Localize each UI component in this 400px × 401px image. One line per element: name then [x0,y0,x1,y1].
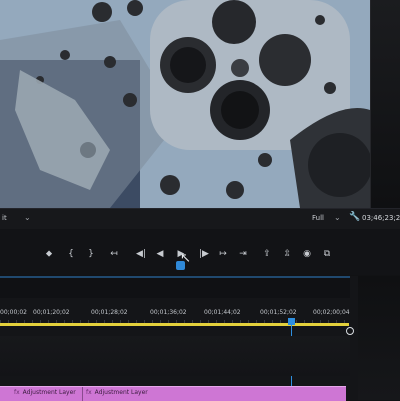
ruler-label: 00;01;36;02 [150,309,187,316]
mouse-pointer-icon: ↖ [180,251,191,266]
fit-dropdown-chevron-icon[interactable]: ⌄ [24,213,31,222]
clip-adjustment-layer[interactable]: fx Adjustment Layer [14,389,76,399]
clip-label: Adjustment Layer [94,389,148,396]
ruler-label: 00;01;52;02 [260,309,297,316]
fx-icon: fx [14,389,20,396]
ruler-label: 00;01;44;02 [204,309,241,316]
timeline-header [0,276,350,298]
video-track-area[interactable] [0,336,350,376]
timeline-panel: 00;00;02 00;01;20;02 00;01;28;02 00;01;3… [0,276,400,401]
clip-edit-point[interactable] [82,387,83,401]
work-area-end-handle[interactable] [346,327,354,335]
ruler-label: 00;01;20;02 [33,309,70,316]
step-back-button[interactable]: ◀| [133,247,149,261]
add-marker-button[interactable]: ⬥ [42,247,56,261]
ruler-label: 00;01;28;02 [91,309,128,316]
clip-adjustment-layer[interactable]: fx Adjustment Layer [86,389,148,399]
work-area-bar[interactable] [0,323,349,326]
engine-cylinder-head-frame [0,0,370,208]
lift-button[interactable]: ⇪ [260,247,274,261]
duration-timecode: 03;46;23;2 [362,214,400,222]
wrench-icon[interactable]: 🔧 [349,212,360,222]
step-back-icon[interactable]: ◀ [153,247,167,261]
resolution-dropdown[interactable]: Full [312,214,324,222]
fit-label: it [2,214,7,222]
mark-out-button[interactable]: } [84,247,98,261]
go-to-out-button[interactable]: ↦ [216,247,230,261]
mark-in-button[interactable]: { [64,247,78,261]
clip-label: Adjustment Layer [22,389,76,396]
export-frame-button[interactable]: ◉ [300,247,314,261]
monitor-controls-bar: it ⌄ Full ⌄ 🔧 03;46;23;2 [0,208,400,230]
step-forward-button[interactable]: |▶ [196,247,212,261]
transport-controls: ⬥ { } ↤ ◀| ◀ ▶ |▶ ↦ ⇥ ⇪ ⇫ ◉ ⧉ ↖ [0,229,400,275]
go-to-out-icon[interactable]: ⇥ [236,247,250,261]
extract-button[interactable]: ⇫ [280,247,294,261]
resolution-chevron-icon[interactable]: ⌄ [334,213,341,222]
ruler-label: 00;00;02 [0,309,27,316]
go-to-in-button[interactable]: ↤ [107,247,121,261]
program-monitor-viewer [0,0,370,208]
ruler-label: 00;02;00;04 [313,309,350,316]
timeline-right-panel [358,276,400,400]
side-panel [370,0,400,208]
fx-icon: fx [86,389,92,396]
compare-button[interactable]: ⧉ [320,247,334,261]
adjustment-layer-track[interactable]: fx Adjustment Layer fx Adjustment Layer [0,386,346,401]
